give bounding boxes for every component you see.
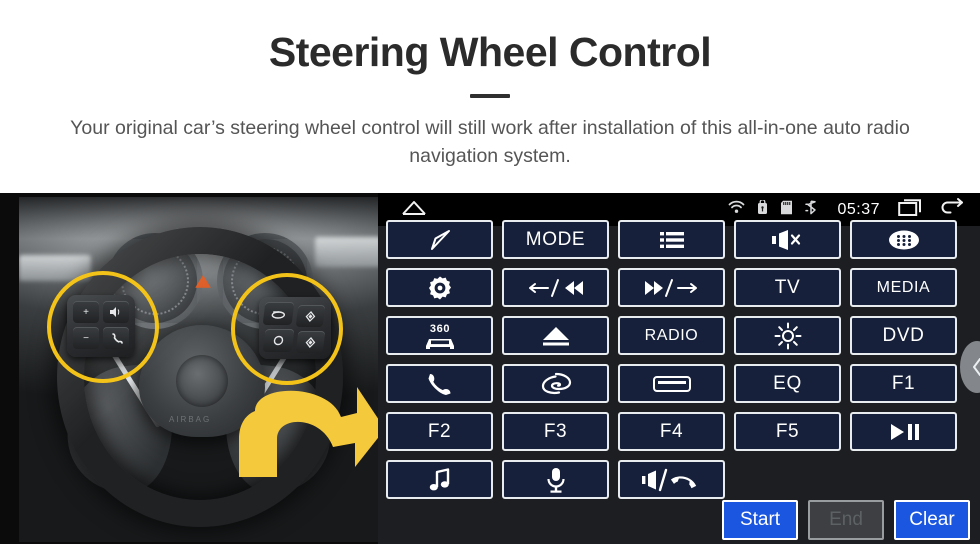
recent-apps-icon[interactable] (898, 197, 926, 222)
button-phone[interactable] (386, 364, 493, 403)
curved-arrow-icon (239, 387, 378, 477)
button-navigation[interactable] (386, 220, 493, 259)
back-arrow-icon[interactable] (938, 197, 966, 222)
button-list[interactable] (618, 220, 725, 259)
eject-icon (542, 326, 569, 345)
button-f4[interactable]: F4 (618, 412, 725, 451)
button-row: MODE (386, 220, 972, 259)
button-camera-360[interactable]: 360 (386, 316, 493, 355)
page-subtitle: Your original car’s steering wheel contr… (70, 117, 910, 168)
button-f1[interactable]: F1 (850, 364, 957, 403)
bluetooth-icon (805, 199, 819, 220)
page-title: Steering Wheel Control (268, 29, 712, 75)
button-f2[interactable]: F2 (386, 412, 493, 451)
prev-track-icon (528, 278, 583, 297)
title-divider (470, 94, 510, 99)
highlight-circle-left (47, 271, 159, 383)
list-icon (659, 231, 684, 248)
button-play-pause[interactable] (850, 412, 957, 451)
button-tv[interactable]: TV (734, 268, 841, 307)
button-volume-hangup[interactable] (618, 460, 725, 499)
button-media[interactable]: MEDIA (850, 268, 957, 307)
button-row: F2 F3 F4 F5 (386, 412, 972, 451)
car-360-icon: 360 (425, 323, 454, 349)
button-f5[interactable]: F5 (734, 412, 841, 451)
start-button[interactable]: Start (722, 500, 798, 540)
head-unit-panel: 05:37 MODE TV MEDIA 360 RADIO DVD EQ F1 … (378, 193, 980, 544)
button-dvd[interactable]: DVD (850, 316, 957, 355)
highlight-circle-right (231, 273, 343, 385)
brightness-icon (774, 322, 801, 349)
button-row: EQ F1 (386, 364, 972, 403)
button-previous[interactable] (502, 268, 609, 307)
screen-icon (652, 375, 691, 392)
sd-card-icon (780, 200, 793, 220)
button-row: 360 RADIO DVD (386, 316, 972, 355)
end-button: End (808, 500, 884, 540)
button-brightness[interactable] (734, 316, 841, 355)
button-row (386, 460, 972, 499)
microphone-icon (546, 467, 565, 493)
button-eq[interactable]: EQ (734, 364, 841, 403)
mute-icon (771, 229, 800, 250)
button-f3[interactable]: F3 (502, 412, 609, 451)
page-root: Steering Wheel Control Your original car… (0, 0, 980, 544)
button-mode[interactable]: MODE (502, 220, 609, 259)
button-row: TV MEDIA (386, 268, 972, 307)
button-browser[interactable] (502, 364, 609, 403)
dashboard-trim-right (315, 237, 378, 267)
gear-icon (428, 276, 451, 299)
app-grid-icon (888, 230, 919, 249)
button-apps[interactable] (850, 220, 957, 259)
content-split: AIRBAG + − 05:37 MODE TV MEDIA 360 RADIO… (0, 193, 980, 544)
home-icon[interactable] (400, 198, 428, 221)
steering-wheel-photo-panel: AIRBAG + − (0, 193, 378, 544)
phone-icon (428, 373, 450, 395)
status-icons-group: 05:37 (728, 197, 966, 222)
play-pause-icon (890, 423, 919, 440)
button-next[interactable] (618, 268, 725, 307)
button-screen[interactable] (618, 364, 725, 403)
button-music[interactable] (386, 460, 493, 499)
usb-icon (757, 198, 768, 220)
action-buttons: Start End Clear (722, 500, 970, 540)
button-mute[interactable] (734, 220, 841, 259)
chevron-left-icon (973, 358, 980, 376)
key-learning-grid: MODE TV MEDIA 360 RADIO DVD EQ F1 F2 F3 … (386, 220, 972, 508)
clear-button[interactable]: Clear (894, 500, 970, 540)
svg-text:360: 360 (429, 323, 449, 335)
button-voice[interactable] (502, 460, 609, 499)
steering-wheel-photo: AIRBAG + − (19, 197, 378, 542)
wifi-icon (728, 200, 745, 219)
volume-hangup-icon (641, 468, 696, 491)
button-eject[interactable] (502, 316, 609, 355)
button-settings[interactable] (386, 268, 493, 307)
next-track-icon (644, 278, 697, 297)
music-note-icon (429, 467, 449, 490)
browser-icon (541, 372, 571, 394)
button-radio[interactable]: RADIO (618, 316, 725, 355)
pointer-arrow (237, 381, 378, 489)
navigation-arrow-icon (430, 229, 450, 250)
status-clock: 05:37 (837, 200, 880, 218)
page-header: Steering Wheel Control Your original car… (0, 0, 980, 171)
